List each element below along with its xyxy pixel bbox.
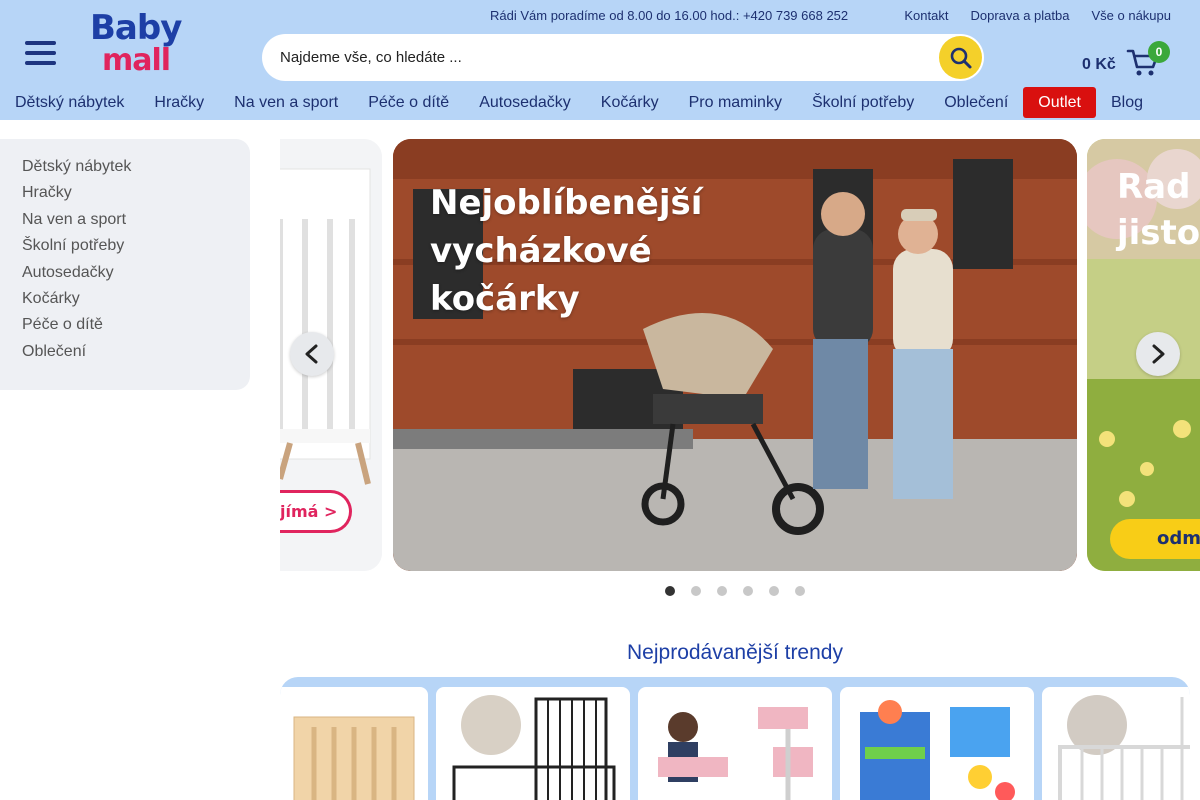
about-shopping-link[interactable]: Vše o nákupu (1091, 8, 1171, 23)
shipping-link[interactable]: Doprava a platba (970, 8, 1069, 23)
sidebar-item-school[interactable]: Školní potřeby (22, 233, 250, 259)
nav-item-care[interactable]: Péče o dítě (353, 87, 464, 118)
white-gate-image (1058, 695, 1190, 800)
nav-item-outlet[interactable]: Outlet (1023, 87, 1096, 118)
carousel-dot[interactable] (717, 586, 727, 596)
water-table-image (860, 700, 1015, 800)
search-bar (262, 34, 984, 81)
logo-top-text: Baby (90, 8, 182, 48)
nav-item-clothing[interactable]: Oblečení (929, 87, 1023, 118)
slide-next-title-line2: jisto (1117, 213, 1200, 253)
search-button[interactable] (939, 36, 982, 79)
top-links: Kontakt Doprava a platba Vše o nákupu (904, 8, 1171, 23)
carousel-next-button[interactable] (1136, 332, 1180, 376)
cart-count-badge: 0 (1148, 41, 1170, 63)
carousel-dot[interactable] (665, 586, 675, 596)
search-icon (950, 47, 971, 68)
sidebar-item-outdoor[interactable]: Na ven a sport (22, 207, 250, 233)
slide-main[interactable]: Nejoblíbenější vycházkové kočárky (393, 139, 1077, 571)
menu-icon[interactable] (25, 41, 56, 65)
nav-item-school[interactable]: Školní potřeby (797, 87, 929, 118)
product-card-water-table[interactable] (840, 687, 1034, 800)
sidebar-item-furniture[interactable]: Dětský nábytek (22, 154, 250, 180)
nav-item-toys[interactable]: Hračky (139, 87, 219, 118)
sidebar-item-care[interactable]: Péče o dítě (22, 312, 250, 338)
trends-product-strip (280, 677, 1190, 800)
hotline-text: Rádi Vám poradíme od 8.00 do 16.00 hod.:… (490, 8, 849, 23)
carousel-dots (665, 586, 805, 596)
product-card-desk[interactable] (638, 687, 832, 800)
cart-price[interactable]: 0 Kč (1082, 56, 1116, 74)
logo[interactable]: Baby mall (90, 8, 212, 80)
site-header: Baby mall Rádi Vám poradíme od 8.00 do 1… (0, 0, 1200, 120)
slide-next-title: Rad jisto (1117, 164, 1200, 256)
slide-next-title-line1: Rad (1117, 167, 1191, 207)
product-card-safety-gate[interactable] (436, 687, 630, 800)
kids-desk-image (658, 707, 813, 800)
chevron-right-icon (1152, 344, 1165, 364)
carousel-dot[interactable] (743, 586, 753, 596)
sidebar-item-clothing[interactable]: Oblečení (22, 339, 250, 365)
carousel-prev-button[interactable] (290, 332, 334, 376)
hero-carousel: jímá > Nejoblíbenější vycházkové kočárky… (280, 139, 1200, 571)
nav-item-moms[interactable]: Pro maminky (674, 87, 797, 118)
product-card-white-gate[interactable] (1042, 687, 1190, 800)
contact-link[interactable]: Kontakt (904, 8, 948, 23)
wooden-crib-image (293, 716, 415, 800)
previous-slide-cta[interactable]: jímá > (280, 490, 352, 533)
product-card-crib[interactable] (280, 687, 428, 800)
sidebar-item-strollers[interactable]: Kočárky (22, 286, 250, 312)
search-input[interactable] (280, 34, 920, 81)
carousel-dot[interactable] (691, 586, 701, 596)
chevron-left-icon (305, 344, 318, 364)
nav-item-furniture[interactable]: Dětský nábytek (0, 87, 139, 118)
sidebar-item-car-seats[interactable]: Autosedačky (22, 260, 250, 286)
trends-title: Nejprodávanější trendy (627, 641, 843, 664)
category-sidebar: Dětský nábytek Hračky Na ven a sport Ško… (0, 139, 250, 390)
main-nav: Dětský nábytek Hračky Na ven a sport Péč… (0, 87, 1158, 118)
nav-item-car-seats[interactable]: Autosedačky (464, 87, 586, 118)
logo-bottom-text: mall (102, 43, 171, 78)
slide-main-title: Nejoblíbenější vycházkové kočárky (430, 183, 703, 319)
safety-gate-image (452, 695, 616, 800)
nav-item-blog[interactable]: Blog (1096, 87, 1158, 118)
next-slide-cta[interactable]: odm (1110, 519, 1200, 559)
nav-item-strollers[interactable]: Kočárky (586, 87, 674, 118)
carousel-dot[interactable] (795, 586, 805, 596)
nav-item-outdoor[interactable]: Na ven a sport (219, 87, 353, 118)
carousel-dot[interactable] (769, 586, 779, 596)
sidebar-item-toys[interactable]: Hračky (22, 180, 250, 206)
